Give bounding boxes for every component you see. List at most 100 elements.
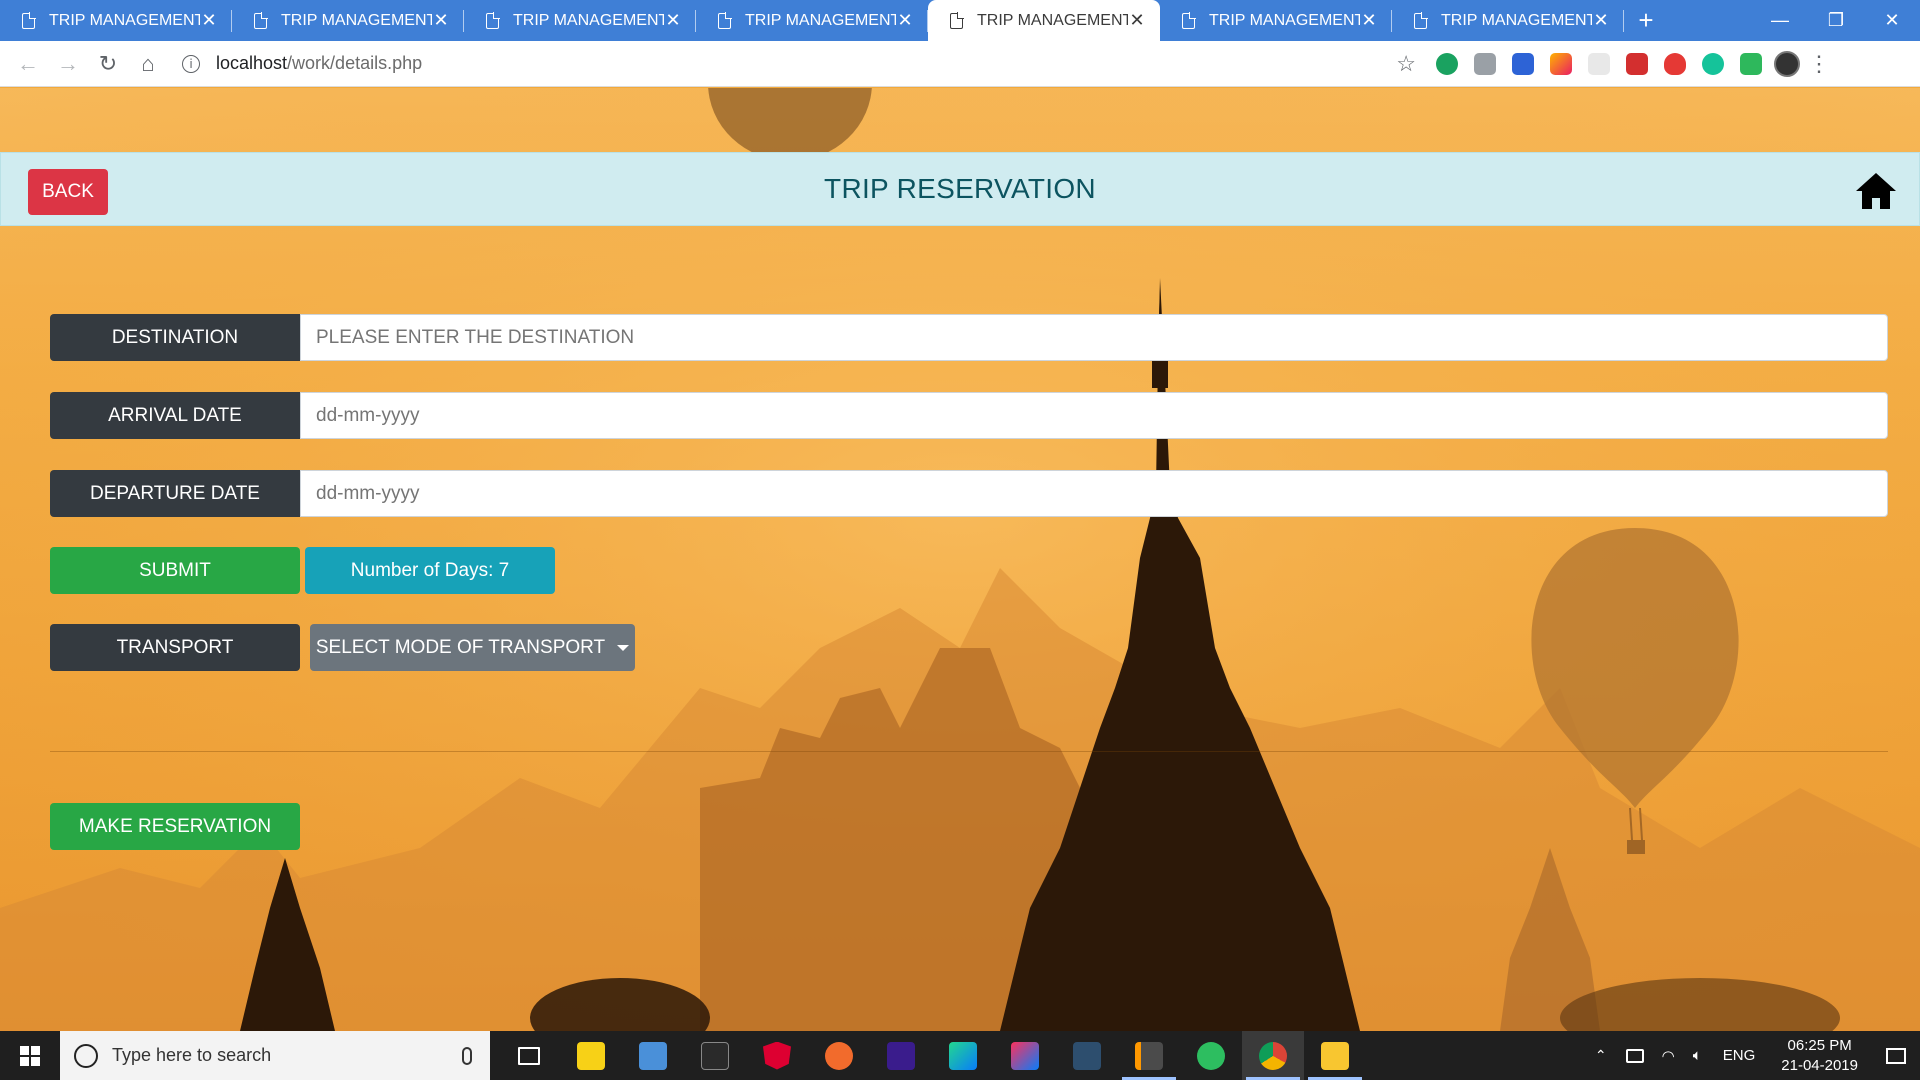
sublime-text-icon[interactable]: [1118, 1031, 1180, 1080]
reload-icon[interactable]: ↻: [88, 44, 128, 84]
transport-row: TRANSPORT: [50, 624, 300, 671]
arrival-date-label: ARRIVAL DATE: [50, 392, 300, 439]
show-hidden-icons-icon[interactable]: ⌃: [1585, 1047, 1617, 1064]
divider: [50, 751, 1888, 752]
browser-tab[interactable]: TRIP MANAGEMENT ✕: [0, 0, 232, 41]
tab-title: TRIP MANAGEMENT: [513, 11, 664, 29]
volume-icon[interactable]: 🔈︎: [1684, 1047, 1711, 1064]
clock[interactable]: 06:25 PM 21-04-2019: [1767, 1036, 1872, 1076]
wifi-icon[interactable]: ◠: [1653, 1047, 1684, 1065]
extension-green-dot-icon[interactable]: [1436, 52, 1458, 75]
close-window-icon[interactable]: ✕: [1864, 0, 1920, 41]
extensions-area: [1436, 52, 1762, 75]
profile-avatar[interactable]: [1774, 50, 1800, 77]
close-tab-icon[interactable]: ✕: [200, 10, 218, 31]
number-of-days-badge: Number of Days: 7: [305, 547, 555, 594]
minimize-icon[interactable]: —: [1752, 0, 1808, 41]
tab-title: TRIP MANAGEMENT: [281, 11, 432, 29]
browser-tab[interactable]: TRIP MANAGEMENT ✕: [696, 0, 928, 41]
mysql-workbench-icon[interactable]: [1056, 1031, 1118, 1080]
destination-input[interactable]: [300, 314, 1888, 361]
transport-mode-dropdown[interactable]: SELECT MODE OF TRANSPORT: [310, 624, 635, 671]
start-button[interactable]: [0, 1031, 60, 1080]
close-tab-icon[interactable]: ✕: [1128, 10, 1146, 31]
submit-button[interactable]: SUBMIT: [50, 547, 300, 594]
page-icon: [254, 11, 268, 29]
extension-cors-icon[interactable]: [1626, 52, 1648, 75]
file-explorer-icon[interactable]: [1304, 1031, 1366, 1080]
remote-desktop-icon[interactable]: [622, 1031, 684, 1080]
page-icon: [22, 11, 36, 29]
angular-icon[interactable]: [746, 1031, 808, 1080]
microphone-icon[interactable]: [462, 1046, 472, 1065]
intellij-icon[interactable]: [994, 1031, 1056, 1080]
chrome-icon[interactable]: [1242, 1031, 1304, 1080]
close-tab-icon[interactable]: ✕: [1592, 10, 1610, 31]
extension-red-icon[interactable]: [1664, 52, 1686, 75]
close-tab-icon[interactable]: ✕: [664, 10, 682, 31]
clock-time: 06:25 PM: [1787, 1036, 1852, 1054]
info-icon[interactable]: i: [182, 54, 200, 73]
tab-title: TRIP MANAGEMENT: [1209, 11, 1360, 29]
window-controls: — ❐ ✕: [1752, 0, 1920, 41]
windows-taskbar: Type here to search ⌃ ◠ 🔈︎ ENG 06:25 PM …: [0, 1031, 1920, 1080]
action-center-icon[interactable]: [1872, 1031, 1920, 1080]
language-indicator[interactable]: ENG: [1711, 1047, 1768, 1064]
close-tab-icon[interactable]: ✕: [896, 10, 914, 31]
arrival-row: ARRIVAL DATE: [50, 392, 1888, 439]
browser-tab[interactable]: TRIP MANAGEMENT ✕: [1160, 0, 1392, 41]
make-reservation-button[interactable]: MAKE RESERVATION: [50, 803, 300, 850]
extension-w-icon[interactable]: [1550, 52, 1572, 75]
extension-shield-icon[interactable]: [1474, 52, 1496, 75]
destination-row: DESTINATION: [50, 314, 1888, 361]
clock-date: 21-04-2019: [1781, 1056, 1858, 1074]
departure-date-label: DEPARTURE DATE: [50, 470, 300, 517]
page-icon: [486, 11, 500, 29]
taskbar-search[interactable]: Type here to search: [60, 1031, 490, 1080]
evernote-icon[interactable]: [1180, 1031, 1242, 1080]
arrival-date-input[interactable]: [300, 392, 1888, 439]
back-button[interactable]: BACK: [28, 169, 108, 215]
tab-title: TRIP MANAGEMENT: [49, 11, 200, 29]
sticky-notes-icon[interactable]: [560, 1031, 622, 1080]
page-icon: [1414, 11, 1428, 29]
tab-title: TRIP MANAGEMENT: [745, 11, 896, 29]
browser-tab[interactable]: TRIP MANAGEMENT ✕: [464, 0, 696, 41]
taskbar-apps: [498, 1031, 1366, 1080]
page-title: TRIP RESERVATION: [824, 173, 1096, 204]
destination-label: DESTINATION: [50, 314, 300, 361]
transport-label: TRANSPORT: [50, 624, 300, 671]
departure-row: DEPARTURE DATE: [50, 470, 1888, 517]
page-icon: [950, 11, 964, 29]
extension-shield-check-icon[interactable]: [1740, 52, 1762, 75]
browser-tab[interactable]: TRIP MANAGEMENT ✕: [232, 0, 464, 41]
epic-games-icon[interactable]: [684, 1031, 746, 1080]
browser-tab[interactable]: TRIP MANAGEMENT ✕: [1392, 0, 1624, 41]
home-icon[interactable]: [1855, 171, 1897, 211]
new-tab-button[interactable]: +: [1624, 0, 1668, 41]
close-tab-icon[interactable]: ✕: [432, 10, 450, 31]
taskbar-search-placeholder: Type here to search: [112, 1045, 272, 1065]
browser-tab-active[interactable]: TRIP MANAGEMENT ✕: [928, 0, 1160, 41]
extension-grammarly-icon[interactable]: [1702, 52, 1724, 75]
close-tab-icon[interactable]: ✕: [1360, 10, 1378, 31]
extension-grid-icon[interactable]: [1588, 52, 1610, 75]
address-bar[interactable]: i localhost/work/details.php ☆: [182, 46, 1432, 82]
bookmark-star-icon[interactable]: ☆: [1396, 51, 1416, 77]
amazon-music-icon[interactable]: [870, 1031, 932, 1080]
extension-blue-icon[interactable]: [1512, 52, 1534, 75]
departure-date-input[interactable]: [300, 470, 1888, 517]
menu-kebab-icon[interactable]: ⋮: [1806, 51, 1832, 77]
webstorm-icon[interactable]: [932, 1031, 994, 1080]
compass-app-icon[interactable]: [808, 1031, 870, 1080]
restore-icon[interactable]: ❐: [1808, 0, 1864, 41]
battery-icon[interactable]: [1625, 1048, 1644, 1063]
caret-down-icon: [617, 644, 630, 651]
transport-mode-selected: SELECT MODE OF TRANSPORT: [315, 636, 606, 658]
forward-arrow-icon[interactable]: →: [48, 44, 88, 84]
home-nav-icon[interactable]: ⌂: [128, 44, 168, 84]
windows-logo-icon: [20, 1045, 40, 1066]
back-arrow-icon[interactable]: ←: [8, 44, 48, 84]
system-tray: ⌃ ◠ 🔈︎ ENG 06:25 PM 21-04-2019: [1585, 1031, 1920, 1080]
task-view-icon[interactable]: [498, 1031, 560, 1080]
